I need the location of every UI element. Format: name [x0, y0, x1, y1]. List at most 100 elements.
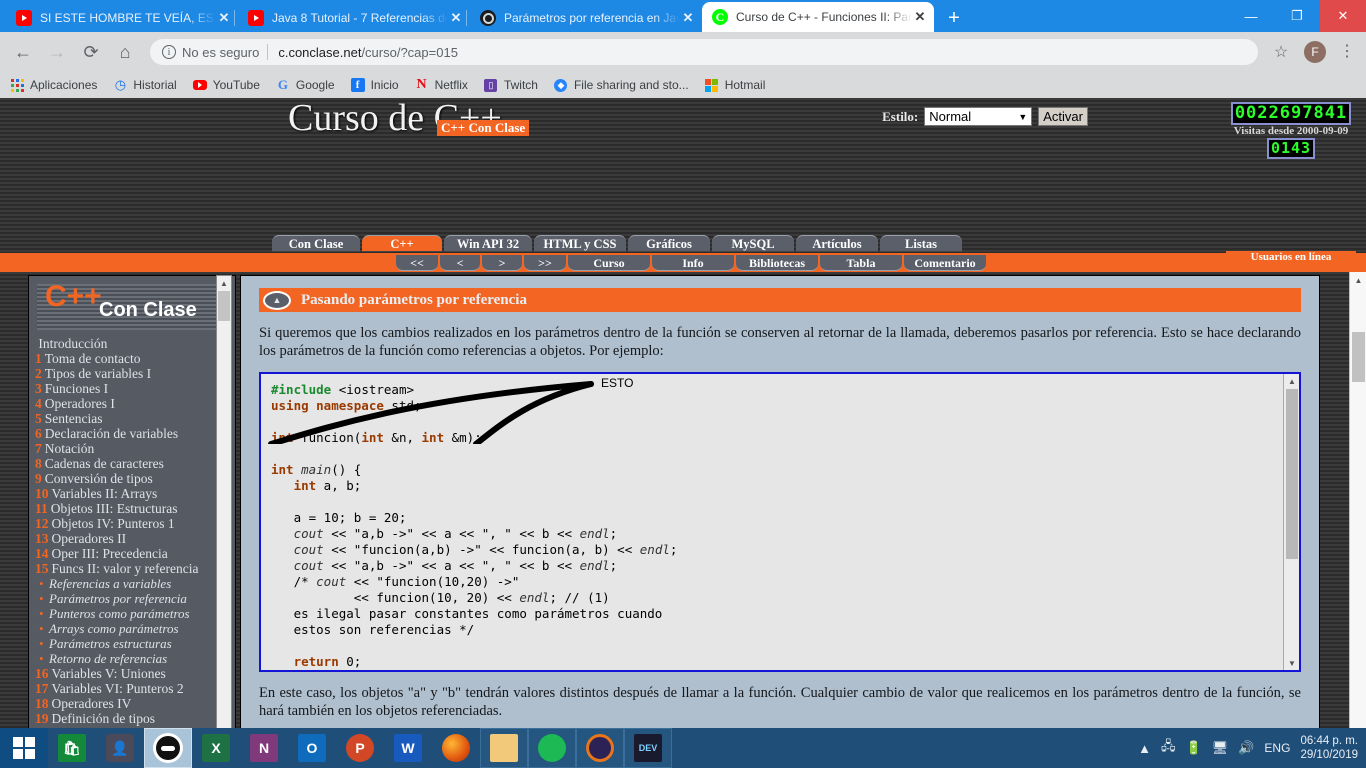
back-button[interactable]: ← [8, 37, 38, 67]
taskbar-devcpp[interactable]: DEV [624, 728, 672, 768]
sidebar-item-2[interactable]: 2 Tipos de variables I [35, 366, 235, 381]
sidebar-subitem-punteros-como-parametros[interactable]: Punteros como parámetros [35, 606, 235, 621]
sidebar-subitem-referencias-a-variables[interactable]: Referencias a variables [35, 576, 235, 591]
sidebar-item-14[interactable]: 14 Oper III: Precedencia [35, 546, 235, 561]
scroll-down-icon[interactable]: ▼ [1284, 656, 1299, 670]
nav-last-button[interactable]: >> [524, 255, 566, 271]
bookmark-youtube[interactable]: YouTube [192, 78, 260, 92]
sidebar-item-4[interactable]: 4 Operadores I [35, 396, 235, 411]
bookmark-aplicaciones[interactable]: Aplicaciones [10, 78, 97, 92]
sidebar-item-9[interactable]: 9 Conversión de tipos [35, 471, 235, 486]
new-tab-button[interactable]: + [940, 4, 968, 32]
nav-first-button[interactable]: << [396, 255, 438, 271]
scroll-up-icon[interactable]: ▲ [1284, 374, 1299, 388]
nav-tab-winapi32[interactable]: Win API 32 [444, 235, 532, 252]
taskbar-powerpoint[interactable]: P [336, 728, 384, 768]
close-icon[interactable]: ✕ [216, 10, 232, 26]
close-icon[interactable]: ✕ [680, 10, 696, 26]
code-scrollbar[interactable]: ▲ ▼ [1283, 374, 1299, 670]
clock[interactable]: 06:44 p. m. 29/10/2019 [1300, 734, 1358, 762]
scroll-up-icon[interactable]: ▲ [1350, 272, 1366, 289]
taskbar-outlook[interactable]: O [288, 728, 336, 768]
nav-tab-bibliotecas[interactable]: Bibliotecas [736, 255, 818, 271]
scrollbar-thumb[interactable] [218, 291, 230, 321]
sidebar-subitem-parametros-por-referencia[interactable]: Parámetros por referencia [35, 591, 235, 606]
nav-tab-tabla[interactable]: Tabla [820, 255, 902, 271]
browser-menu-icon[interactable]: ⋮ [1336, 44, 1358, 60]
taskbar-onenote[interactable]: N [240, 728, 288, 768]
language-indicator[interactable]: ENG [1264, 741, 1290, 755]
nav-tab-graficos[interactable]: Gráficos [628, 235, 710, 252]
sidebar-item-7[interactable]: 7 Notación [35, 441, 235, 456]
sidebar-item-12[interactable]: 12 Objetos IV: Punteros 1 [35, 516, 235, 531]
avatar[interactable]: F [1304, 41, 1326, 63]
sidebar-item-15[interactable]: 15 Funcs II: valor y referencia [35, 561, 235, 576]
info-icon[interactable]: i [162, 45, 176, 59]
nav-prev-button[interactable]: < [440, 255, 480, 271]
nav-tab-listas[interactable]: Listas [880, 235, 962, 252]
close-icon[interactable]: ✕ [448, 10, 464, 26]
tray-chevron-icon[interactable]: ▲ [1138, 741, 1151, 756]
sidebar-item-19[interactable]: 19 Definición de tipos [35, 711, 235, 726]
sidebar-item-8[interactable]: 8 Cadenas de caracteres [35, 456, 235, 471]
taskbar-spotify[interactable] [528, 728, 576, 768]
nav-tab-con-clase[interactable]: Con Clase [272, 235, 360, 252]
sidebar-item-1[interactable]: 1 Toma de contacto [35, 351, 235, 366]
scrollbar-thumb[interactable] [1352, 332, 1365, 382]
bookmark-inicio[interactable]: f Inicio [350, 78, 399, 92]
scroll-up-icon[interactable]: ▲ [217, 276, 231, 290]
sidebar-item-introduccion[interactable]: Introducción [35, 336, 235, 351]
ethernet-icon[interactable]: 🖥 [1212, 740, 1229, 756]
reload-button[interactable]: ⟳ [76, 37, 106, 67]
start-button[interactable] [0, 728, 48, 768]
bookmark-hotmail[interactable]: Hotmail [705, 78, 765, 92]
forward-button[interactable]: → [42, 37, 72, 67]
taskbar-excel[interactable]: X [192, 728, 240, 768]
style-select[interactable]: Normal ▼ [924, 107, 1033, 126]
close-window-button[interactable]: ✕ [1320, 0, 1366, 32]
bookmark-google[interactable]: G Google [276, 77, 335, 92]
bookmark-file-sharing[interactable]: ◆ File sharing and sto... [554, 78, 689, 92]
maximize-button[interactable]: ❐ [1274, 0, 1320, 32]
sidebar-item-13[interactable]: 13 Operadores II [35, 531, 235, 546]
page-scrollbar[interactable]: ▲ ▼ [1349, 272, 1366, 728]
sidebar-subitem-arrays-como-parametros[interactable]: Arrays como parámetros [35, 621, 235, 636]
sidebar-item-3[interactable]: 3 Funciones I [35, 381, 235, 396]
home-button[interactable]: ⌂ [110, 37, 140, 67]
close-icon[interactable]: ✕ [912, 9, 928, 25]
sidebar-item-10[interactable]: 10 Variables II: Arrays [35, 486, 235, 501]
taskbar-eclipse[interactable] [576, 728, 624, 768]
volume-icon[interactable]: 🔊 [1238, 740, 1254, 756]
sidebar-item-5[interactable]: 5 Sentencias [35, 411, 235, 426]
sidebar-subitem-retorno-de-referencias[interactable]: Retorno de referencias [35, 651, 235, 666]
taskbar-word[interactable]: W [384, 728, 432, 768]
collapse-toggle-icon[interactable]: ▲ [263, 290, 291, 310]
taskbar-agent-app[interactable]: 👤 [96, 728, 144, 768]
battery-icon[interactable]: 🔋 [1186, 740, 1202, 756]
browser-tab-1[interactable]: Java 8 Tutorial - 7 Referencias de ✕ [234, 4, 470, 32]
nav-next-button[interactable]: > [482, 255, 522, 271]
nav-tab-html-css[interactable]: HTML y CSS [534, 235, 626, 252]
nav-tab-info[interactable]: Info [652, 255, 734, 271]
taskbar-firefox[interactable] [432, 728, 480, 768]
nav-tab-articulos[interactable]: Artículos [796, 235, 878, 252]
sidebar-scrollbar[interactable]: ▲ ▼ [216, 275, 232, 728]
sidebar-item-16[interactable]: 16 Variables V: Uniones [35, 666, 235, 681]
taskbar-microsoft-store[interactable]: 🛍 [48, 728, 96, 768]
browser-tab-3[interactable]: C Curso de C++ - Funciones II: Par ✕ [702, 2, 934, 32]
sidebar-subitem-parametros-estructuras[interactable]: Parámetros estructuras [35, 636, 235, 651]
bookmark-netflix[interactable]: N Netflix [415, 77, 468, 92]
bookmark-historial[interactable]: ◷ Historial [113, 77, 177, 92]
sidebar-item-18[interactable]: 18 Operadores IV [35, 696, 235, 711]
activar-button[interactable]: Activar [1038, 107, 1088, 126]
scrollbar-thumb[interactable] [1286, 389, 1298, 559]
sidebar-item-6[interactable]: 6 Declaración de variables [35, 426, 235, 441]
nav-tab-comentario[interactable]: Comentario [904, 255, 986, 271]
sidebar-item-17[interactable]: 17 Variables VI: Punteros 2 [35, 681, 235, 696]
minimize-button[interactable]: — [1228, 0, 1274, 32]
taskbar-incognito-browser[interactable] [144, 728, 192, 768]
sidebar-item-11[interactable]: 11 Objetos III: Estructuras [35, 501, 235, 516]
network-error-icon[interactable]: 🖧 [1161, 737, 1176, 759]
taskbar-file-explorer[interactable] [480, 728, 528, 768]
browser-tab-0[interactable]: SI ESTE HOMBRE TE VEÍA, ESTAB ✕ [6, 4, 238, 32]
